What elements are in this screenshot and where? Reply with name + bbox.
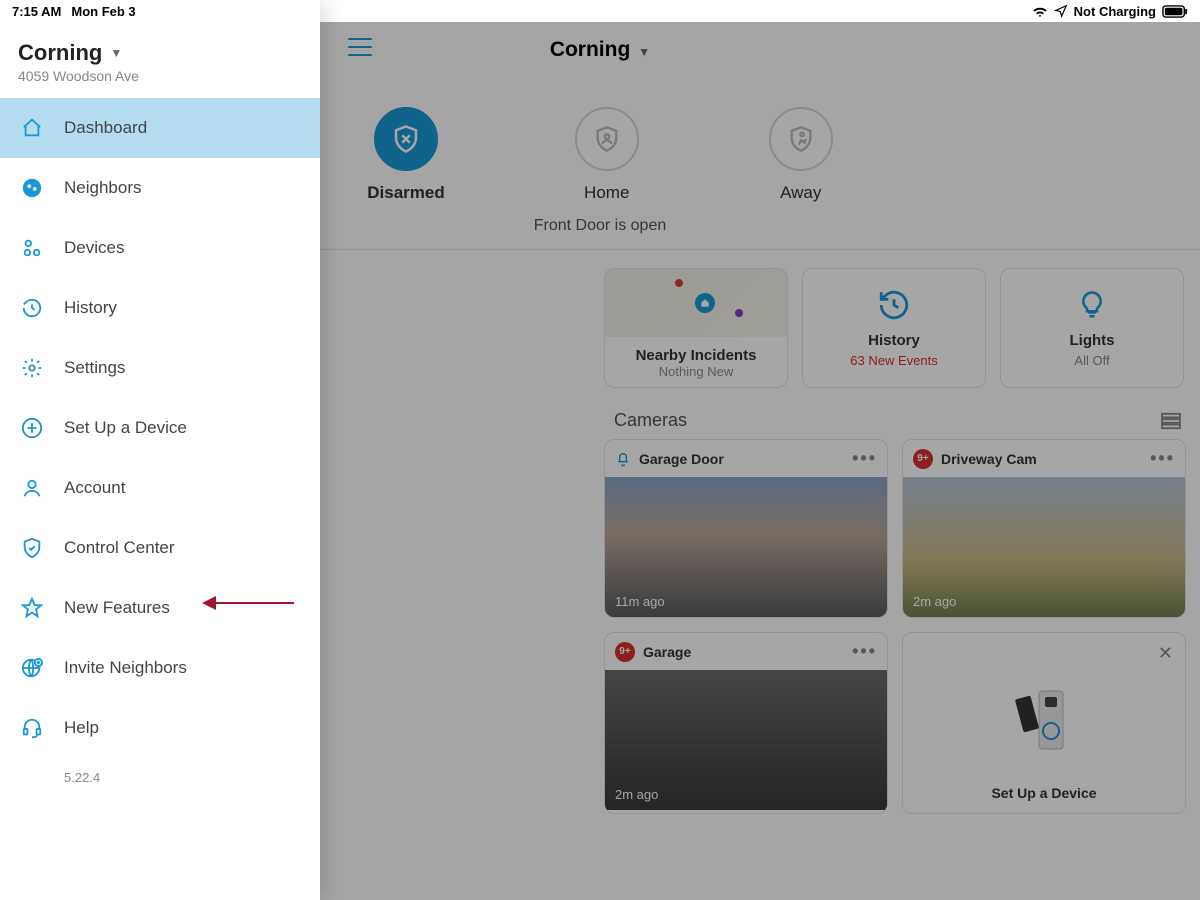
sidebar-item-label: Account [64, 478, 125, 498]
sidebar-item-label: History [64, 298, 117, 318]
camera-name: Garage [643, 644, 691, 660]
notification-badge: 9+ [913, 449, 933, 469]
card-subtitle: 63 New Events [850, 353, 937, 368]
mode-label: Away [780, 183, 821, 203]
shield-person-icon [575, 107, 639, 171]
location-arrow-icon [1054, 4, 1068, 18]
mode-disarmed[interactable]: Disarmed [367, 107, 444, 203]
plus-circle-icon [20, 416, 44, 440]
camera-tile[interactable]: Garage Door ••• 11m ago [604, 439, 888, 618]
map-marker-icon [675, 279, 683, 287]
sidebar-nav: Dashboard Neighbors Devices History Sett… [0, 98, 320, 785]
mode-label: Disarmed [367, 183, 444, 203]
status-time: 7:15 AM [12, 4, 61, 19]
camera-name: Garage Door [639, 451, 724, 467]
camera-timestamp: 2m ago [615, 787, 658, 802]
sidebar-item-history[interactable]: History [0, 278, 320, 338]
list-layout-icon[interactable] [1160, 412, 1182, 430]
location-dropdown[interactable]: Corning ▼ [550, 38, 650, 62]
card-nearby-incidents[interactable]: Nearby Incidents Nothing New [604, 268, 788, 388]
location-selector[interactable]: Corning ▼ 4059 Woodson Ave [0, 22, 320, 98]
sidebar-item-label: Set Up a Device [64, 418, 187, 438]
sidebar-item-invite-neighbors[interactable]: Invite Neighbors [0, 638, 320, 698]
mode-home[interactable]: Home [575, 107, 639, 203]
shield-run-icon [769, 107, 833, 171]
camera-preview[interactable]: 11m ago [605, 477, 887, 617]
map-thumbnail [605, 269, 787, 337]
chevron-down-icon: ▼ [638, 45, 650, 59]
chevron-down-icon: ▼ [110, 46, 122, 60]
sidebar-item-label: Settings [64, 358, 125, 378]
card-subtitle: All Off [1074, 353, 1109, 368]
cameras-heading: Cameras [614, 410, 687, 431]
card-subtitle: Nothing New [605, 364, 787, 379]
sidebar-item-settings[interactable]: Settings [0, 338, 320, 398]
location-address: 4059 Woodson Ave [18, 68, 302, 84]
close-icon[interactable]: ✕ [1158, 643, 1173, 664]
more-icon[interactable]: ••• [852, 641, 877, 662]
shield-check-icon [20, 536, 44, 560]
more-icon[interactable]: ••• [1150, 448, 1175, 469]
main-title: Corning [550, 38, 630, 62]
card-history[interactable]: History 63 New Events [802, 268, 986, 388]
sidebar-item-label: Neighbors [64, 178, 142, 198]
person-icon [20, 476, 44, 500]
card-lights[interactable]: Lights All Off [1000, 268, 1184, 388]
location-name: Corning [18, 40, 102, 66]
camera-timestamp: 11m ago [615, 594, 665, 609]
shield-x-icon [374, 107, 438, 171]
sidebar-item-label: Control Center [64, 538, 175, 558]
status-bar: 7:15 AM Mon Feb 3 [0, 0, 320, 22]
camera-tile[interactable]: 9+ Garage ••• 2m ago [604, 632, 888, 814]
camera-name: Driveway Cam [941, 451, 1037, 467]
bell-icon [615, 451, 631, 467]
status-date: Mon Feb 3 [71, 4, 135, 19]
mode-label: Home [584, 183, 629, 203]
camera-preview[interactable]: 2m ago [903, 477, 1185, 617]
app-version: 5.22.4 [0, 758, 320, 785]
more-icon[interactable]: ••• [852, 448, 877, 469]
card-title: Nearby Incidents [605, 347, 787, 364]
devices-icon [20, 236, 44, 260]
promo-label: Set Up a Device [903, 785, 1185, 801]
camera-tile[interactable]: 9+ Driveway Cam ••• 2m ago [902, 439, 1186, 618]
wifi-icon [1032, 5, 1048, 17]
sidebar-item-label: Devices [64, 238, 124, 258]
globe-icon [20, 176, 44, 200]
menu-button[interactable] [348, 38, 372, 56]
sidebar-item-help[interactable]: Help [0, 698, 320, 758]
camera-timestamp: 2m ago [913, 594, 956, 609]
bulb-icon [1077, 288, 1107, 322]
status-charging: Not Charging [1074, 4, 1156, 19]
gear-icon [20, 356, 44, 380]
sidebar-item-setup-device[interactable]: Set Up a Device [0, 398, 320, 458]
sidebar-item-label: New Features [64, 598, 170, 618]
star-icon [20, 596, 44, 620]
sidebar-item-devices[interactable]: Devices [0, 218, 320, 278]
card-title: Lights [1070, 332, 1115, 349]
home-icon [20, 116, 44, 140]
sidebar-item-dashboard[interactable]: Dashboard [0, 98, 320, 158]
sidebar-item-label: Dashboard [64, 118, 147, 138]
battery-icon [1162, 5, 1188, 18]
globe-plus-icon [20, 656, 44, 680]
headset-icon [20, 716, 44, 740]
setup-device-tile[interactable]: ✕ Set Up a Device [902, 632, 1186, 814]
sidebar-item-neighbors[interactable]: Neighbors [0, 158, 320, 218]
sidebar-item-label: Invite Neighbors [64, 658, 187, 678]
sidebar-drawer: 7:15 AM Mon Feb 3 Corning ▼ 4059 Woodson… [0, 0, 320, 900]
card-title: History [868, 332, 920, 349]
mode-away[interactable]: Away [769, 107, 833, 203]
annotation-arrow [202, 596, 294, 610]
history-icon [20, 296, 44, 320]
history-icon [877, 288, 911, 322]
sidebar-item-label: Help [64, 718, 99, 738]
sidebar-item-control-center[interactable]: Control Center [0, 518, 320, 578]
camera-preview[interactable]: 2m ago [605, 670, 887, 810]
sidebar-item-account[interactable]: Account [0, 458, 320, 518]
notification-badge: 9+ [615, 642, 635, 662]
map-marker-icon [735, 309, 743, 317]
home-marker-icon [695, 293, 715, 313]
